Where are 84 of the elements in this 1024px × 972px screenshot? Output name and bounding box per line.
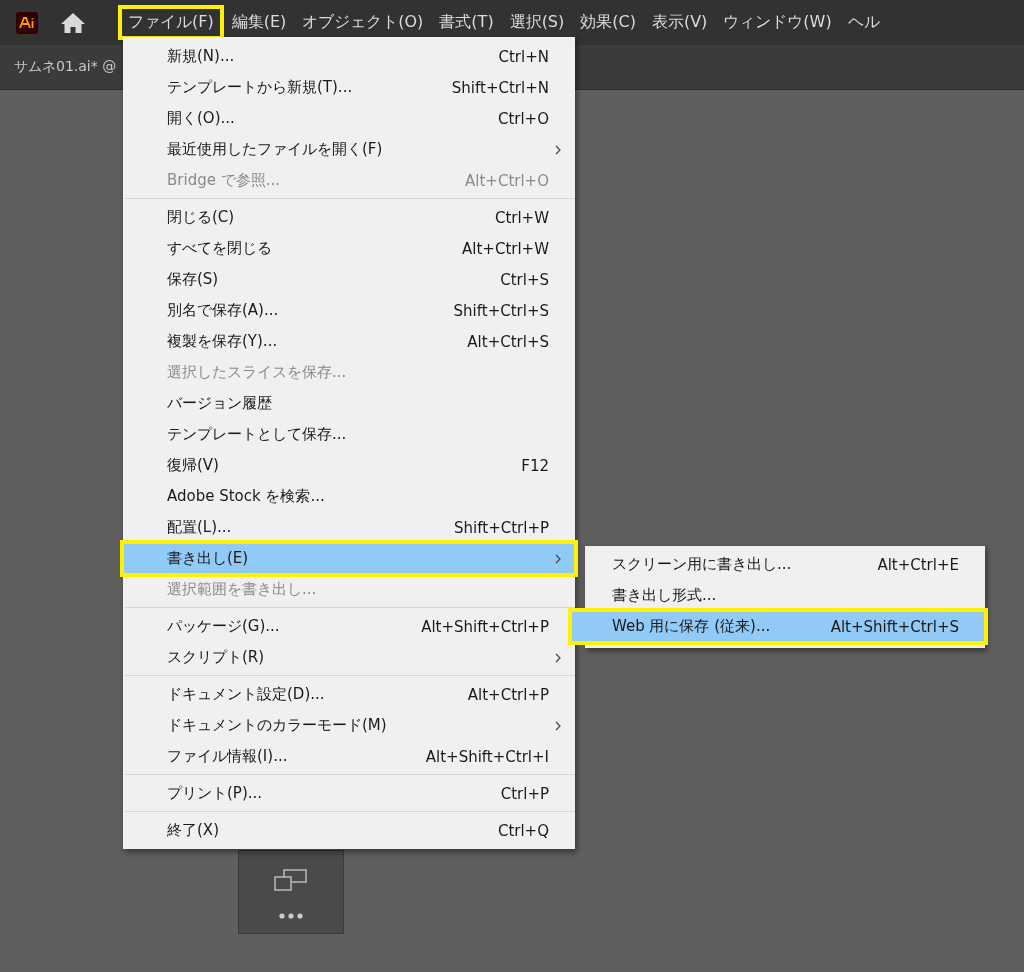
menu-item-label: 複製を保存(Y)... xyxy=(167,332,279,351)
menu-item-label: ドキュメント設定(D)... xyxy=(167,685,326,704)
menu-item-label: 書き出し形式... xyxy=(612,586,718,605)
shortcut-label: Ctrl+S xyxy=(500,270,549,289)
home-icon[interactable] xyxy=(60,11,86,34)
menu-item[interactable]: ドキュメントのカラーモード(M) xyxy=(123,710,575,741)
menu-item[interactable]: ドキュメント設定(D)... Alt+Ctrl+P xyxy=(123,679,575,710)
menu-bar-item[interactable]: ウィンドウ(W) xyxy=(715,6,840,39)
menu-item-label: 配置(L)... xyxy=(167,518,233,537)
shortcut-label: F12 xyxy=(521,456,549,475)
app-logo-icon[interactable] xyxy=(16,11,38,34)
shortcut-label: Ctrl+O xyxy=(497,109,549,128)
menu-item-label: Adobe Stock を検索... xyxy=(167,487,326,506)
menu-bar-item[interactable]: 書式(T) xyxy=(431,6,502,39)
shortcut-label: Ctrl+P xyxy=(500,784,549,803)
menu-item[interactable]: 別名で保存(A)... Shift+Ctrl+S xyxy=(123,295,575,326)
menu-item[interactable]: バージョン履歴 xyxy=(123,388,575,419)
menu-item[interactable]: 開く(O)... Ctrl+O xyxy=(123,103,575,134)
menu-item[interactable]: 書き出し形式... xyxy=(585,580,985,611)
menu-item-label: テンプレートとして保存... xyxy=(167,425,348,444)
shortcut-label: Shift+Ctrl+N xyxy=(451,78,549,97)
shortcut-label: Alt+Ctrl+P xyxy=(467,685,549,704)
menu-item-label: 復帰(V) xyxy=(167,456,220,475)
menu-item[interactable]: 復帰(V) F12 xyxy=(123,450,575,481)
menu-item-label: スクリプト(R) xyxy=(167,648,266,667)
menu-item-label: ドキュメントのカラーモード(M) xyxy=(167,716,388,735)
menu-bar-item[interactable]: 表示(V) xyxy=(643,6,716,39)
menu-item[interactable]: 保存(S) Ctrl+S xyxy=(123,264,575,295)
menu-bar-item[interactable]: 編集(E) xyxy=(223,6,295,39)
menu-item-label: 閉じる(C) xyxy=(167,208,236,227)
shortcut-label: Ctrl+N xyxy=(498,47,549,66)
menu-bar-item[interactable]: ファイル(F) xyxy=(118,5,224,40)
menu-bar-item[interactable]: オブジェクト(O) xyxy=(294,6,432,39)
menu-item-label: 選択範囲を書き出し... xyxy=(167,580,318,599)
menu-item-label: すべてを閉じる xyxy=(167,239,273,258)
menu-item[interactable]: 配置(L)... Shift+Ctrl+P xyxy=(123,512,575,543)
menu-item[interactable]: 書き出し(E) xyxy=(123,543,575,574)
shortcut-label: Alt+Ctrl+O xyxy=(465,171,549,190)
menu-item[interactable]: スクリプト(R) xyxy=(123,642,575,673)
menu-item-label: プリント(P)... xyxy=(167,784,264,803)
menu-bar-item[interactable]: 選択(S) xyxy=(501,6,573,39)
menu-item-label: 書き出し(E) xyxy=(167,549,250,568)
shortcut-label: Alt+Shift+Ctrl+P xyxy=(421,617,549,636)
menu-bar-item[interactable]: ヘル xyxy=(839,6,888,39)
shortcut-label: Alt+Shift+Ctrl+I xyxy=(425,747,549,766)
menu-item-label: パッケージ(G)... xyxy=(167,617,281,636)
shortcut-label: Alt+Ctrl+E xyxy=(877,555,959,574)
menu-item[interactable]: テンプレートとして保存... xyxy=(123,419,575,450)
menu-item[interactable]: 閉じる(C) Ctrl+W xyxy=(123,202,575,233)
shortcut-label: Alt+Shift+Ctrl+S xyxy=(830,617,959,636)
menu-item-label: 新規(N)... xyxy=(167,47,236,66)
document-tab[interactable]: サムネ01.ai* @ xyxy=(0,45,117,89)
menu-item[interactable]: 複製を保存(Y)... Alt+Ctrl+S xyxy=(123,326,575,357)
menu-bar-item[interactable]: 効果(C) xyxy=(572,6,644,39)
menu-item[interactable]: 終了(X) Ctrl+Q xyxy=(123,815,575,846)
more-icon[interactable] xyxy=(279,913,303,919)
menu-item[interactable]: Adobe Stock を検索... xyxy=(123,481,575,512)
shortcut-label: Shift+Ctrl+S xyxy=(453,301,549,320)
menu-item-label: 選択したスライスを保存... xyxy=(167,363,348,382)
shortcut-label: Alt+Ctrl+S xyxy=(467,332,549,351)
menu-item-label: 保存(S) xyxy=(167,270,220,289)
menu-item[interactable]: Web 用に保存 (従来)... Alt+Shift+Ctrl+S xyxy=(571,611,985,642)
menu-item-label: 開く(O)... xyxy=(167,109,236,128)
menu-item-label: テンプレートから新規(T)... xyxy=(167,78,354,97)
shortcut-label: Ctrl+W xyxy=(494,208,549,227)
menu-item[interactable]: すべてを閉じる Alt+Ctrl+W xyxy=(123,233,575,264)
menu-item-label: ファイル情報(I)... xyxy=(167,747,289,766)
menu-item[interactable]: スクリーン用に書き出し... Alt+Ctrl+E xyxy=(585,549,985,580)
shortcut-label: Alt+Ctrl+W xyxy=(462,239,549,258)
shortcut-label: Shift+Ctrl+P xyxy=(454,518,549,537)
menu-item-label: スクリーン用に書き出し... xyxy=(612,555,793,574)
menu-item[interactable]: 新規(N)... Ctrl+N xyxy=(123,41,575,72)
menu-item[interactable]: ファイル情報(I)... Alt+Shift+Ctrl+I xyxy=(123,741,575,772)
menu-item[interactable]: プリント(P)... Ctrl+P xyxy=(123,778,575,809)
menu-item-label: 最近使用したファイルを開く(F) xyxy=(167,140,384,159)
menu-item-label: 別名で保存(A)... xyxy=(167,301,280,320)
menu-item-label: Web 用に保存 (従来)... xyxy=(612,617,772,636)
shortcut-label: Ctrl+Q xyxy=(497,821,549,840)
menu-item-label: 終了(X) xyxy=(167,821,220,840)
menu-item-label: バージョン履歴 xyxy=(167,394,273,413)
menu-item-label: Bridge で参照... xyxy=(167,171,281,190)
layered-squares-icon[interactable] xyxy=(274,869,308,891)
menu-item[interactable]: 最近使用したファイルを開く(F) xyxy=(123,134,575,165)
menu-item[interactable]: テンプレートから新規(T)... Shift+Ctrl+N xyxy=(123,72,575,103)
